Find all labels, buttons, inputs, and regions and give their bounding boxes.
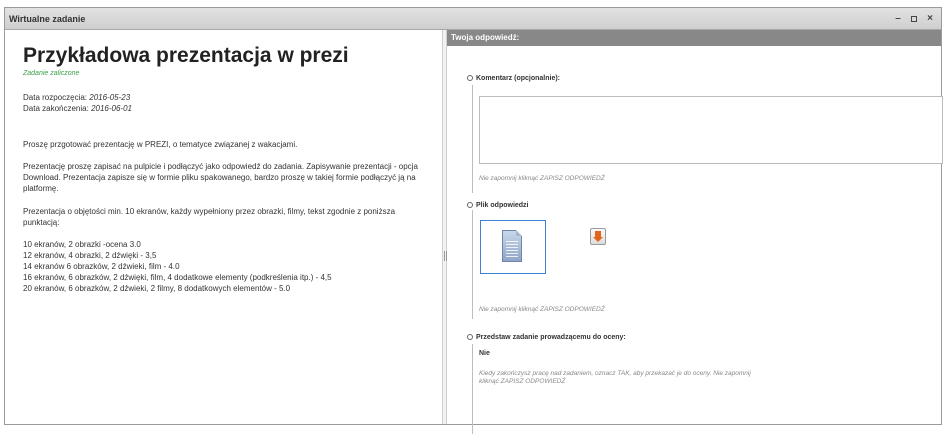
task-paragraph-2: Prezentację proszę zapisać na pulpicie i… bbox=[23, 162, 418, 193]
minimize-icon[interactable]: – bbox=[893, 13, 903, 24]
scoring-item: 14 ekranów 6 obrazków, 2 dźwieki, film -… bbox=[23, 262, 180, 271]
start-date-value: 2016-05-23 bbox=[89, 93, 131, 102]
bullet-icon bbox=[467, 75, 473, 82]
start-date-row: Data rozpoczęcia: 2016-05-23 bbox=[23, 92, 442, 103]
answer-header: Twoja odpowiedź: bbox=[447, 30, 941, 46]
submit-hint: Kiedy zakończysz pracę nad zadaniem, ozn… bbox=[479, 370, 751, 385]
answer-file-tile[interactable] bbox=[480, 220, 546, 274]
comment-section-label: Komentarz (opcjonalnie): bbox=[467, 75, 560, 82]
file-section-line bbox=[472, 210, 473, 319]
submit-value[interactable]: Nie bbox=[479, 350, 490, 357]
end-date-row: Data zakończenia: 2016-06-01 bbox=[23, 103, 442, 114]
file-label: Plik odpowiedzi bbox=[476, 202, 529, 209]
submit-section-line bbox=[472, 344, 473, 434]
start-date-label: Data rozpoczęcia: bbox=[23, 93, 88, 102]
submit-section-label: Przedstaw zadanie prowadzącemu do oceny: bbox=[467, 334, 626, 341]
end-date-label: Data zakończenia: bbox=[23, 104, 89, 113]
task-title: Przykładowa prezentacja w prezi bbox=[23, 44, 349, 67]
comment-textarea[interactable] bbox=[479, 96, 943, 164]
file-hint: Nie zapomnij kliknąć ZAPISZ ODPOWIEDŹ bbox=[479, 306, 605, 313]
answer-panel: Twoja odpowiedź: Komentarz (opcjonalnie)… bbox=[447, 30, 943, 434]
comment-label: Komentarz (opcjonalnie): bbox=[476, 75, 561, 82]
download-button[interactable] bbox=[590, 228, 606, 245]
task-window: Wirtualne zadanie – × Przykładowa prezen… bbox=[4, 7, 943, 434]
comment-section-line bbox=[472, 85, 473, 193]
scoring-item: 10 ekranów, 2 obrazki -ocena 3.0 bbox=[23, 240, 141, 249]
scoring-item: 16 ekranów, 6 obrazków, 2 dźwięki, film,… bbox=[23, 273, 332, 282]
file-section-label: Plik odpowiedzi bbox=[467, 202, 529, 209]
window-controls: – × bbox=[893, 13, 935, 24]
end-date-value: 2016-06-01 bbox=[91, 104, 132, 113]
scoring-item: 20 ekranów, 6 obrazków, 2 dźwieki, 2 fil… bbox=[23, 284, 291, 293]
window-title: Wirtualne zadanie bbox=[9, 13, 86, 24]
close-icon[interactable]: × bbox=[925, 13, 935, 24]
task-description-panel: Przykładowa prezentacja w prezi Zadanie … bbox=[5, 30, 442, 424]
bullet-icon bbox=[467, 202, 473, 209]
window-titlebar[interactable]: Wirtualne zadanie – × bbox=[5, 8, 941, 30]
scoring-list: 10 ekranów, 2 obrazki -ocena 3.0 12 ekra… bbox=[23, 239, 442, 294]
task-status: Zadanie zaliczone bbox=[23, 70, 80, 77]
task-paragraph-3: Prezentacja o objętości min. 10 ekranów,… bbox=[23, 207, 396, 227]
task-paragraph-1: Proszę przgotować prezentację w PREZI, o… bbox=[23, 140, 298, 149]
maximize-icon[interactable] bbox=[911, 15, 917, 22]
document-icon bbox=[502, 230, 522, 262]
bullet-icon bbox=[467, 334, 473, 341]
task-dates: Data rozpoczęcia: 2016-05-23 Data zakońc… bbox=[23, 92, 442, 114]
comment-hint: Nie zapomnij kliknąć ZAPISZ ODPOWIEDŹ bbox=[479, 175, 605, 182]
scoring-item: 12 ekranów, 4 obrazki, 2 dźwięki - 3,5 bbox=[23, 251, 157, 260]
submit-label: Przedstaw zadanie prowadzącemu do oceny: bbox=[476, 334, 626, 341]
